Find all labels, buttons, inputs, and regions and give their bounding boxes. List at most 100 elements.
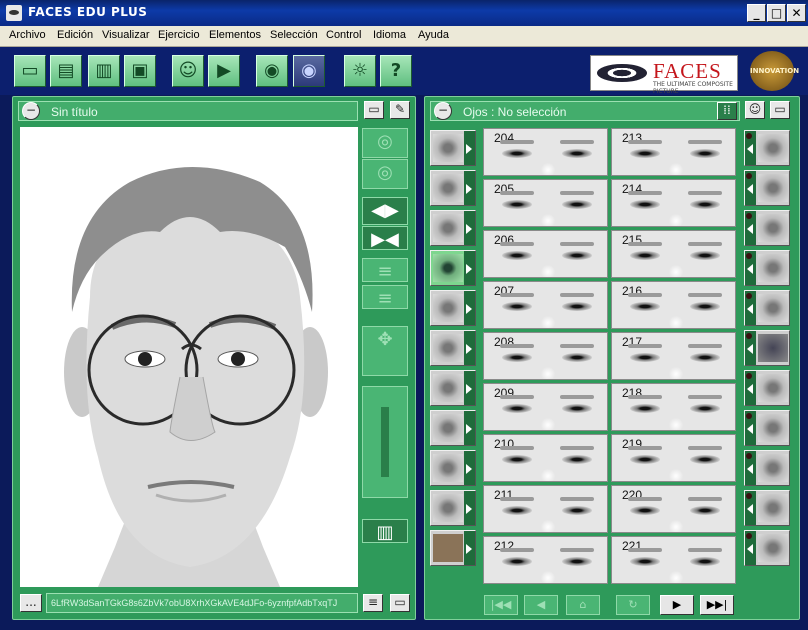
next-page-icon[interactable]: ▶ xyxy=(660,595,694,615)
category-skin-texture[interactable] xyxy=(430,530,476,566)
stretch-vertical-icon[interactable]: ≡ xyxy=(362,285,408,309)
category-mouth-4[interactable] xyxy=(744,250,790,286)
pen-icon[interactable]: ✎ xyxy=(390,101,410,119)
face-profile-icon[interactable]: ☺ xyxy=(172,55,204,87)
thumbnail-item[interactable]: 205 xyxy=(483,179,608,227)
save-icon[interactable]: ▣ xyxy=(124,55,156,87)
view-eye-active-icon[interactable]: ◉ xyxy=(293,55,325,87)
thumbnail-item[interactable]: 208 xyxy=(483,332,608,380)
menu-ejercicio[interactable]: Ejercicio xyxy=(158,29,200,41)
category-hair-1[interactable] xyxy=(430,130,476,166)
size-slider[interactable] xyxy=(362,386,408,498)
category-chin[interactable] xyxy=(430,370,476,406)
last-page-icon[interactable]: ▶▶| xyxy=(700,595,734,615)
document-title: Sin título xyxy=(51,105,98,119)
thumbnail-item[interactable]: 215 xyxy=(611,230,736,278)
refresh-icon[interactable]: ↻ xyxy=(616,595,650,615)
category-other[interactable] xyxy=(744,530,790,566)
category-lips[interactable] xyxy=(430,330,476,366)
category-mustache[interactable] xyxy=(430,410,476,446)
minimize-button[interactable]: _ xyxy=(747,4,766,22)
catalog-panel-header: − Ojos : No selección ⁞⁞ xyxy=(430,101,740,121)
maximize-button[interactable]: □ xyxy=(767,4,786,22)
title-bar: FACES EDU PLUS _ □ ✕ xyxy=(0,0,808,26)
view-eye-icon[interactable]: ◉ xyxy=(256,55,288,87)
thumbnail-item[interactable]: 214 xyxy=(611,179,736,227)
menu-edicion[interactable]: Edición xyxy=(57,29,93,41)
category-mouth-2[interactable] xyxy=(744,170,790,206)
face-code-field[interactable]: 6LfRW3dSanTGkG8s6ZbVk7obU8XrhXGkAVE4dJFo… xyxy=(46,593,358,613)
move-horizontal-icon[interactable]: ◀▶ xyxy=(362,197,408,225)
thumbnail-item[interactable]: 211 xyxy=(483,485,608,533)
category-glasses[interactable] xyxy=(744,370,790,406)
folder-icon[interactable]: ▭ xyxy=(770,101,790,119)
collapse-catalog-icon[interactable]: − xyxy=(434,102,452,120)
composite-face xyxy=(64,167,328,587)
thumbnail-item[interactable]: 210 xyxy=(483,434,608,482)
prev-page-icon[interactable]: ◀ xyxy=(524,595,558,615)
face-panel-header: − Sin título xyxy=(18,101,358,121)
thumbnail-item[interactable]: 204 xyxy=(483,128,608,176)
thumbnail-item[interactable]: 217 xyxy=(611,332,736,380)
list-icon[interactable]: ≡ xyxy=(363,594,383,612)
menu-idioma[interactable]: Idioma xyxy=(373,29,406,41)
category-beard[interactable] xyxy=(430,450,476,486)
thumbnail-item[interactable]: 220 xyxy=(611,485,736,533)
thumbnail-item[interactable]: 212 xyxy=(483,536,608,584)
category-mouth-1[interactable] xyxy=(744,130,790,166)
category-nose[interactable] xyxy=(430,290,476,326)
close-button[interactable]: ✕ xyxy=(787,4,806,22)
category-hair-2[interactable] xyxy=(430,170,476,206)
thumbnail-item[interactable]: 216 xyxy=(611,281,736,329)
up-icon[interactable]: ⌂ xyxy=(566,595,600,615)
category-goatee[interactable] xyxy=(430,490,476,526)
open-file-icon[interactable]: ▤ xyxy=(50,55,82,87)
category-chin-shape[interactable] xyxy=(744,290,790,326)
category-pipe[interactable] xyxy=(744,490,790,526)
card-icon[interactable]: ▭ xyxy=(390,594,410,612)
category-eyes[interactable] xyxy=(430,250,476,286)
flip-horizontal-icon[interactable]: ▶◀ xyxy=(362,226,408,250)
app-icon xyxy=(6,5,22,21)
faces-logo: FACES THE ULTIMATE COMPOSITE PICTURE xyxy=(590,55,738,95)
collapse-icon[interactable]: − xyxy=(22,102,40,120)
thumbnail-item[interactable]: 219 xyxy=(611,434,736,482)
category-mole[interactable] xyxy=(744,410,790,446)
face-canvas[interactable] xyxy=(20,127,358,587)
columns-icon[interactable]: ⁞⁞ xyxy=(717,102,737,120)
thumbnail-item[interactable]: 218 xyxy=(611,383,736,431)
menu-control[interactable]: Control xyxy=(326,29,361,41)
new-document-icon[interactable]: ▭ xyxy=(14,55,46,87)
help-icon[interactable]: ? xyxy=(380,55,412,87)
first-page-icon[interactable]: |◀◀ xyxy=(484,595,518,615)
menu-archivo[interactable]: Archivo xyxy=(9,29,46,41)
catalog-title: Ojos : No selección xyxy=(463,105,567,119)
thumbnail-item[interactable]: 213 xyxy=(611,128,736,176)
logo-eye-icon xyxy=(597,64,647,82)
category-hat[interactable] xyxy=(744,330,790,366)
thumbnail-item[interactable]: 209 xyxy=(483,383,608,431)
logo-tagline: THE ULTIMATE COMPOSITE PICTURE xyxy=(653,81,733,95)
stretch-horizontal-icon[interactable]: ≡ xyxy=(362,258,408,282)
category-eyebrows[interactable] xyxy=(430,210,476,246)
thumbnail-item[interactable]: 207 xyxy=(483,281,608,329)
more-options-button[interactable]: ... xyxy=(20,594,42,612)
delete-element-icon[interactable]: ▥ xyxy=(362,519,408,543)
menu-visualizar[interactable]: Visualizar xyxy=(102,29,150,41)
rotate-tool-icon[interactable]: ◎ xyxy=(362,128,408,158)
menu-ayuda[interactable]: Ayuda xyxy=(418,29,449,41)
open-folder-icon[interactable]: ▥ xyxy=(88,55,120,87)
menu-elementos[interactable]: Elementos xyxy=(209,29,261,41)
brand-badge: INNOVATION xyxy=(750,51,799,91)
hint-lightbulb-icon[interactable]: ☼ xyxy=(344,55,376,87)
thumbnail-item[interactable]: 221 xyxy=(611,536,736,584)
category-mouth-3[interactable] xyxy=(744,210,790,246)
move-all-directions-icon[interactable]: ✥ xyxy=(362,326,408,376)
category-scar[interactable] xyxy=(744,450,790,486)
menu-seleccion[interactable]: Selección xyxy=(270,29,318,41)
faces-icon[interactable]: ☺ xyxy=(745,101,765,119)
export-face-icon[interactable]: ▶ xyxy=(208,55,240,87)
rotate-tool-2-icon[interactable]: ◎ xyxy=(362,159,408,189)
thumbnail-item[interactable]: 206 xyxy=(483,230,608,278)
monitor-icon[interactable]: ▭ xyxy=(364,101,384,119)
